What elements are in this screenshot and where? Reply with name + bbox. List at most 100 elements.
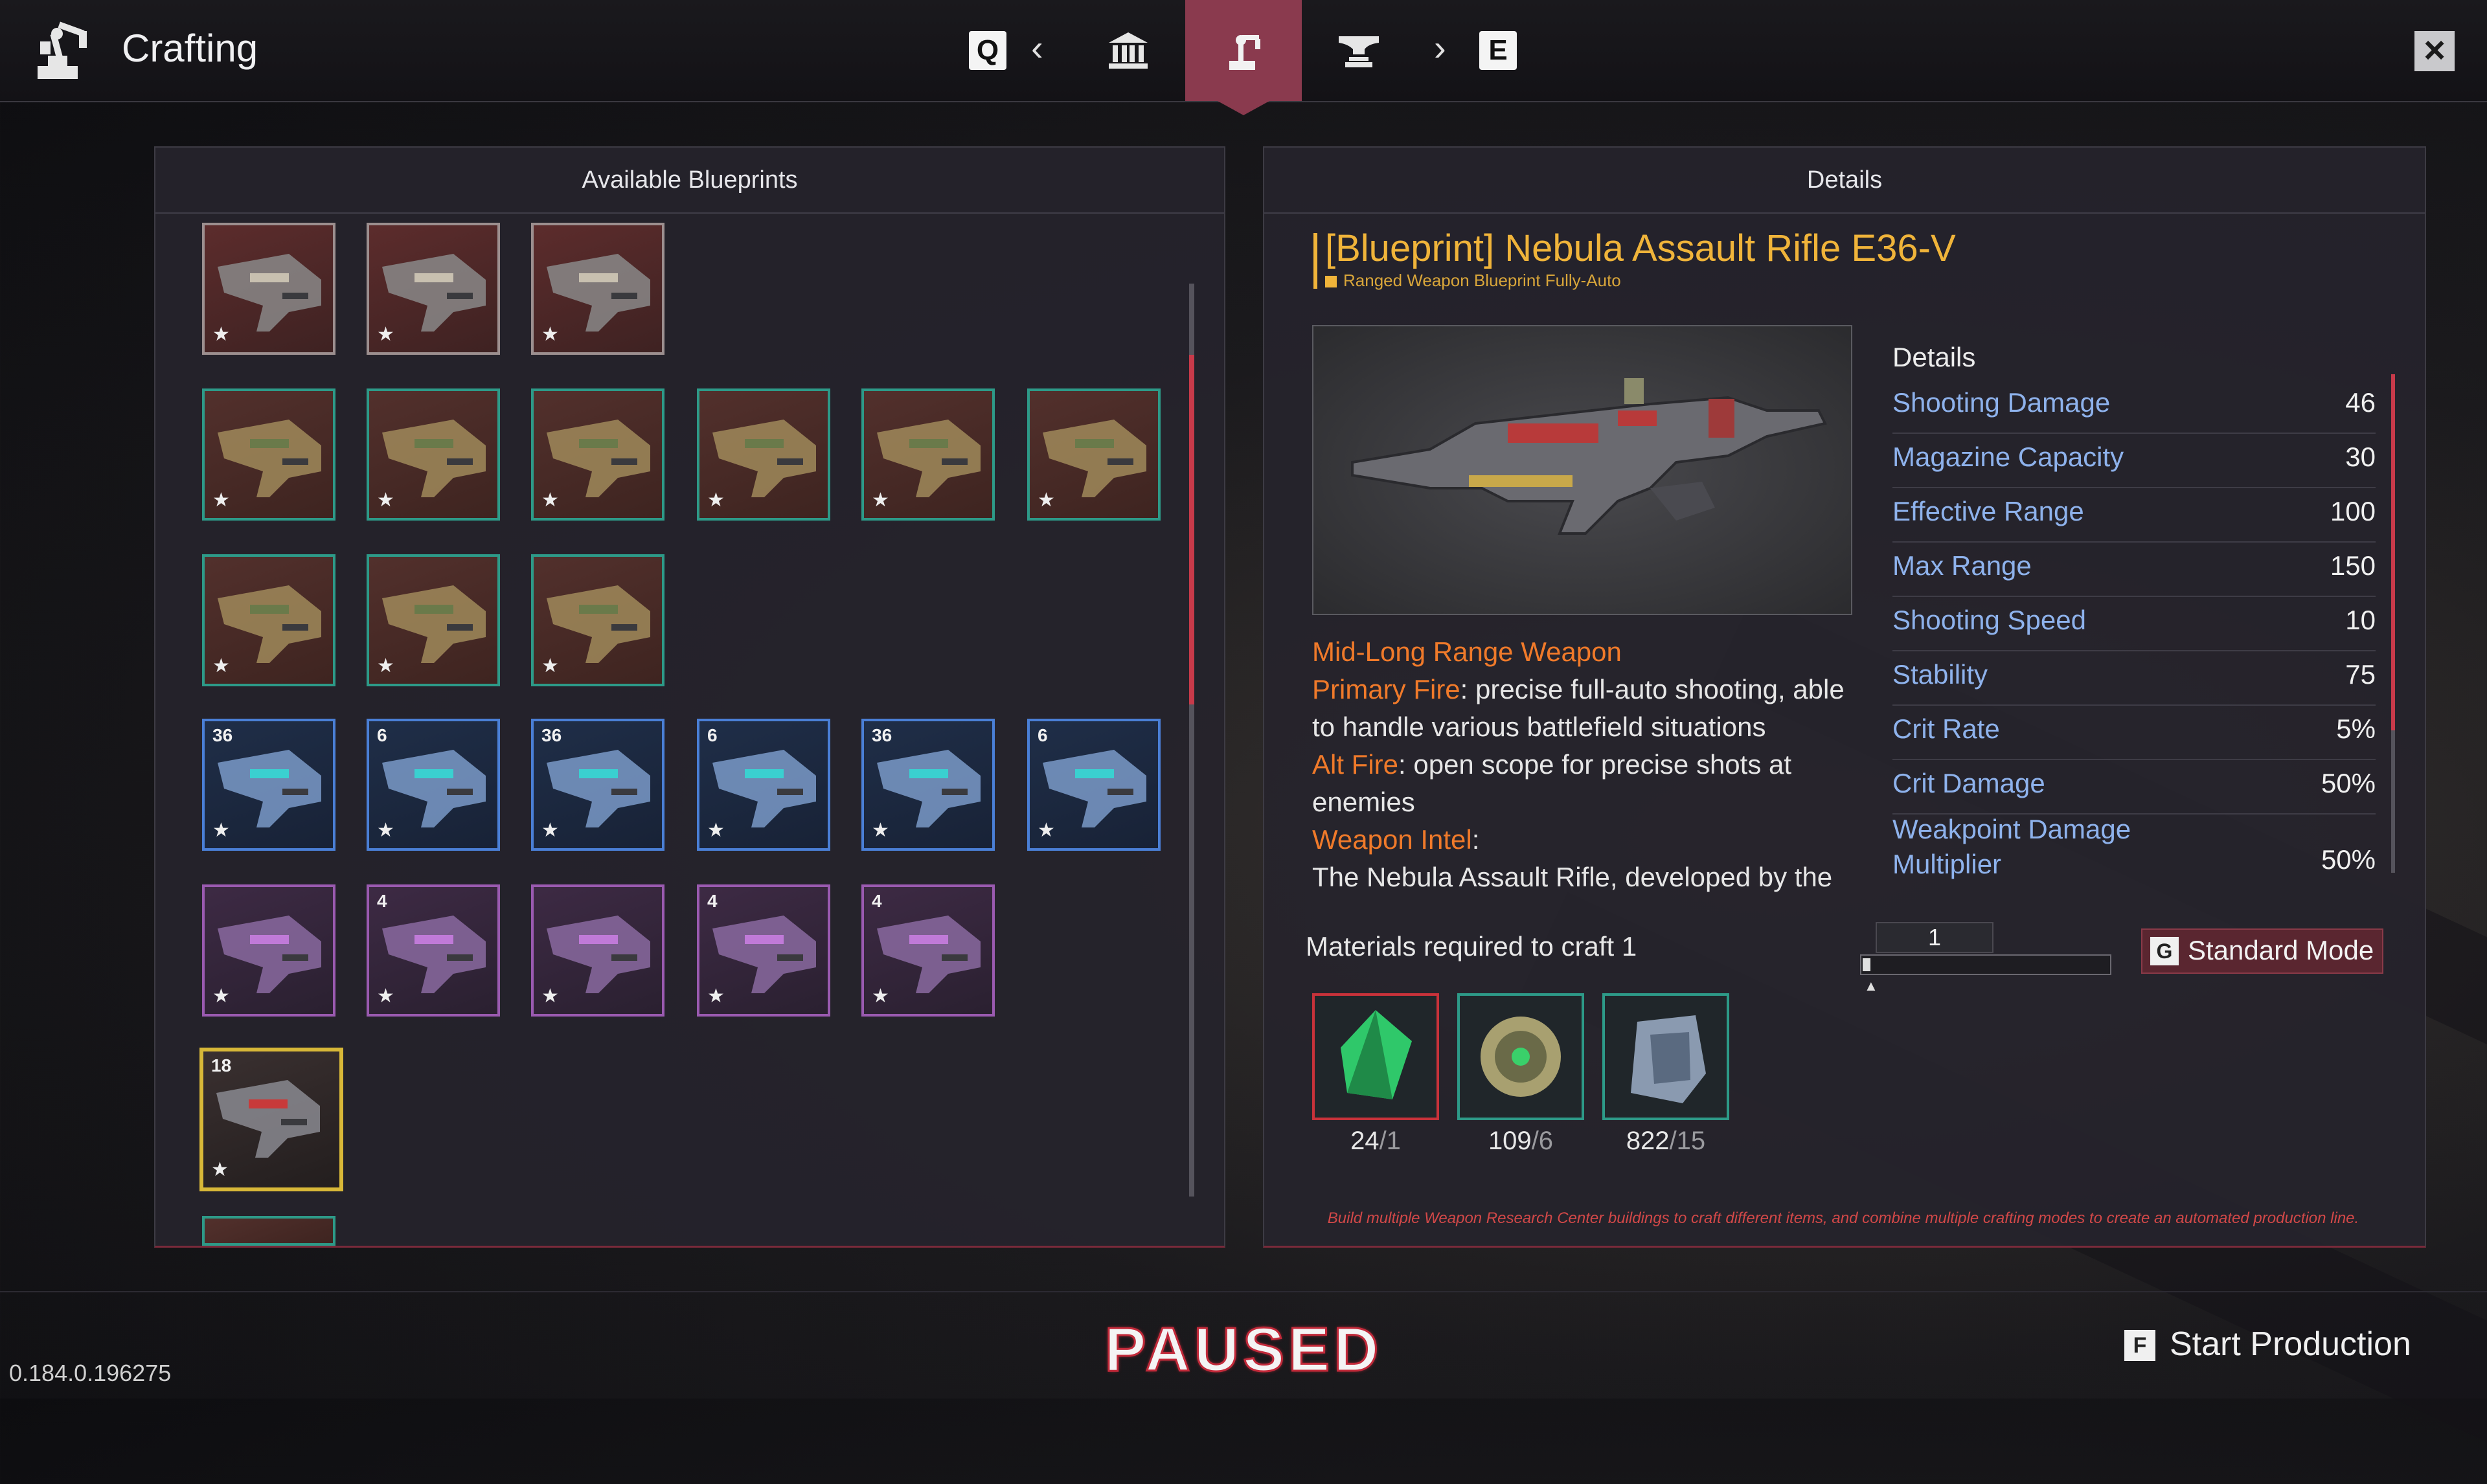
details-panel: Details [Blueprint] Nebula Assault Rifle… <box>1263 146 2426 1248</box>
quantity-field[interactable]: 1 <box>1876 922 1993 953</box>
stat-label: Shooting Speed <box>1892 605 2086 635</box>
blueprint-cell[interactable]: ★ 36 <box>861 719 995 851</box>
blueprint-count: 6 <box>377 725 387 745</box>
close-icon: × <box>2424 29 2446 71</box>
blueprint-cell[interactable]: ★ 36 <box>202 719 335 851</box>
star-icon: ★ <box>212 324 230 345</box>
slider-handle[interactable] <box>1863 958 1870 971</box>
paused-label: PAUSED <box>1104 1314 1383 1386</box>
stats-title: Details <box>1892 342 1976 372</box>
hint-text: Build multiple Weapon Research Center bu… <box>1327 1209 2359 1227</box>
blueprint-count: 4 <box>377 891 387 911</box>
tab-anvil[interactable] <box>1300 0 1417 101</box>
material-slot[interactable] <box>1457 993 1584 1120</box>
active-tab-pointer <box>1218 101 1269 115</box>
close-button[interactable]: × <box>2414 31 2455 71</box>
stat-label: Crit Rate <box>1892 714 2000 744</box>
stats-scrollbar[interactable] <box>2391 374 2395 873</box>
blueprint-cell[interactable]: ★ <box>697 388 830 521</box>
assault-rifle-image <box>1351 378 1827 535</box>
blueprint-cell[interactable]: ★ 4 <box>861 884 995 1017</box>
stat-label: Crit Damage <box>1892 768 2045 798</box>
blueprint-cell[interactable]: ★ <box>861 388 995 521</box>
details-header: Details <box>1264 148 2425 214</box>
standard-mode-button[interactable]: G Standard Mode <box>2141 928 2383 974</box>
blueprint-cell[interactable]: ★ 6 <box>697 719 830 851</box>
material-slot[interactable] <box>1602 993 1729 1120</box>
blueprint-cell-partial[interactable] <box>202 1216 335 1246</box>
alt-fire-label: Alt Fire <box>1312 749 1399 780</box>
star-icon: ★ <box>377 324 394 345</box>
weapon-role: Mid-Long Range Weapon <box>1312 636 1622 667</box>
blueprint-cell[interactable]: ★ 6 <box>367 719 500 851</box>
robot-arm-icon <box>1229 35 1260 70</box>
alt-fire-desc: Alt Fire: open scope for precise shots a… <box>1312 746 1854 821</box>
star-icon: ★ <box>212 985 230 1007</box>
star-icon: ★ <box>212 489 230 511</box>
primary-fire-label: Primary Fire <box>1312 674 1460 704</box>
primary-fire-desc: Primary Fire: precise full-auto shooting… <box>1312 671 1854 746</box>
tab-crafting[interactable] <box>1185 0 1302 115</box>
blueprint-cell[interactable]: ★ <box>531 223 664 355</box>
stat-row: Effective Range 100 <box>1892 489 2376 543</box>
version-label: 0.184.0.196275 <box>9 1360 172 1386</box>
stat-row: Shooting Speed 10 <box>1892 598 2376 651</box>
material-have: 822 <box>1626 1127 1670 1155</box>
next-tab-key[interactable]: E <box>1479 31 1517 70</box>
start-production-button[interactable]: F Start Production <box>2124 1325 2411 1364</box>
stat-row: Shooting Damage 46 <box>1892 381 2376 434</box>
star-icon: ★ <box>541 985 559 1007</box>
blueprint-count: 4 <box>872 891 882 911</box>
weapon-intel-label: Weapon Intel <box>1312 824 1472 855</box>
blueprint-cell[interactable]: ★ <box>531 884 664 1017</box>
quantity-slider[interactable] <box>1860 954 2111 975</box>
blueprint-cell[interactable]: ★ <box>367 388 500 521</box>
stat-label: Magazine Capacity <box>1892 442 2124 472</box>
blueprint-cell[interactable]: ★ <box>1027 388 1161 521</box>
blueprints-scrollbar[interactable] <box>1189 284 1194 1197</box>
chevron-left-icon[interactable]: ‹ <box>1031 30 1043 66</box>
blueprints-panel: Available Blueprints ★ ★ ★ ★ ★ ★ ★ ★ ★ ★ ★ ★ ★ 36 ★ 6 ★ 3… <box>154 146 1225 1248</box>
blueprint-name: [Blueprint] Nebula Assault Rifle E36-V <box>1325 227 1956 269</box>
blueprint-cell[interactable]: ★ <box>531 388 664 521</box>
stat-row: Magazine Capacity 30 <box>1892 435 2376 488</box>
mode-label: Standard Mode <box>2188 935 2374 965</box>
mode-key: G <box>2150 937 2179 965</box>
title-accent-bar <box>1313 233 1317 289</box>
blueprint-cell[interactable]: ★ 4 <box>367 884 500 1017</box>
chevron-right-icon[interactable]: › <box>1434 30 1446 66</box>
scrollbar-thumb[interactable] <box>1189 355 1194 704</box>
blueprint-count: 6 <box>1038 725 1048 745</box>
blueprint-cell[interactable]: ★ <box>367 554 500 686</box>
tab-bank[interactable] <box>1070 0 1187 101</box>
stat-row: Weakpoint Damage Multiplier 50% <box>1892 814 2376 887</box>
start-production-label: Start Production <box>2170 1325 2411 1363</box>
blueprint-cell[interactable]: ★ <box>202 388 335 521</box>
blueprint-cell[interactable]: ★ <box>531 554 664 686</box>
star-icon: ★ <box>377 985 394 1007</box>
stat-value: 50% <box>2321 768 2376 798</box>
star-icon: ★ <box>872 820 889 841</box>
blueprint-cell[interactable]: ★ <box>202 884 335 1017</box>
start-key: F <box>2124 1330 2155 1361</box>
blueprint-cell[interactable]: ★ <box>202 554 335 686</box>
blueprint-cell[interactable]: ★ 4 <box>697 884 830 1017</box>
weapon-description: Mid-Long Range Weapon Primary Fire: prec… <box>1312 633 1854 896</box>
caret-up-icon: ▲ <box>1864 978 1878 994</box>
blueprint-cell[interactable]: ★ 18 <box>199 1048 343 1191</box>
material-slot[interactable] <box>1312 993 1439 1120</box>
blueprint-cell[interactable]: ★ 36 <box>531 719 664 851</box>
blueprint-cell[interactable]: ★ <box>367 223 500 355</box>
blueprint-count: 36 <box>212 725 233 745</box>
star-icon: ★ <box>377 820 394 841</box>
material-need: /15 <box>1669 1127 1706 1155</box>
blueprint-cell[interactable]: ★ 6 <box>1027 719 1161 851</box>
blueprint-cell[interactable]: ★ <box>202 223 335 355</box>
stat-value: 50% <box>2321 844 2376 875</box>
star-icon: ★ <box>541 820 559 841</box>
prev-tab-key[interactable]: Q <box>969 31 1006 70</box>
stat-label: Effective Range <box>1892 496 2084 526</box>
weapon-intel-colon: : <box>1471 824 1480 855</box>
scrollbar-thumb[interactable] <box>2391 374 2395 730</box>
star-icon: ★ <box>212 655 230 677</box>
